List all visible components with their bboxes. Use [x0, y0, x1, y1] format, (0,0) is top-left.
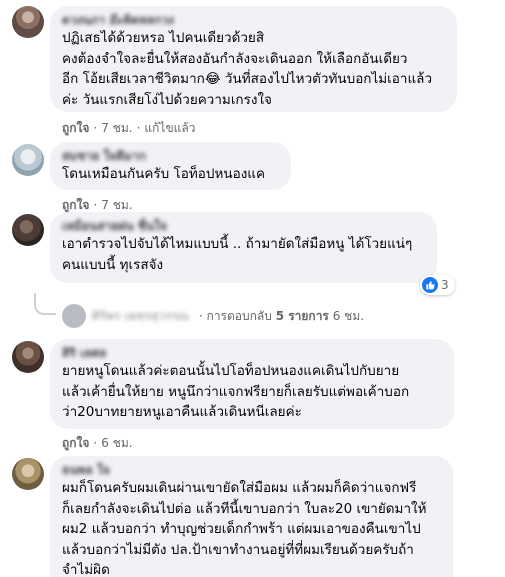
comment-author[interactable]: ดวงนภา อ๊ะคิดหลกวง [62, 13, 445, 28]
timestamp[interactable]: 7 ชม. [101, 121, 132, 135]
reaction-count-badge[interactable]: 3 [420, 275, 455, 295]
comment-text: ผมก็โดนครับผมเดินผ่านเขายัดใส่มือผม แล้ว… [62, 480, 427, 577]
reaction-count: 3 [441, 278, 449, 292]
comment-text: ยายหนูโดนแล้วค่ะตอนนั้นไปโอท็อปหนองแคเดิ… [62, 363, 410, 420]
avatar[interactable] [12, 458, 44, 490]
timestamp[interactable]: 6 ชม. [101, 436, 132, 450]
reply-author: ศิริพร เพชรสุวรรณ [92, 308, 189, 323]
thumbs-up-icon [422, 277, 438, 293]
comment-bubble: สิริ เลศล ยายหนูโดนแล้วค่ะตอนนั้นไปโอท็อ… [50, 339, 454, 429]
reply-count: 5 รายการ [275, 308, 329, 323]
comment-actions: ถูกใจ · 7 ชม. · แก้ไขแล้ว [62, 121, 196, 135]
timestamp[interactable]: 7 ชม. [101, 198, 132, 212]
comment-text: ปฏิเสธได้ด้วยหรอ ไปคนเดียวด้วยสิ คงต้องจ… [62, 30, 433, 108]
reply-avatar [62, 304, 86, 328]
comment-author[interactable]: ธนพล ใจ [62, 463, 441, 478]
comment-author[interactable]: สิริ เลศล [62, 346, 442, 361]
like-button[interactable]: ถูกใจ [62, 436, 89, 450]
comment-bubble: เหมือนสายฝน ชื่นใจ เอาตำรวจไปจับได้ไหมแบ… [50, 212, 437, 283]
reply-connector [34, 293, 56, 315]
avatar[interactable] [12, 6, 44, 38]
edited-label[interactable]: แก้ไขแล้ว [144, 121, 195, 135]
avatar[interactable] [12, 144, 44, 176]
comment-actions: ถูกใจ · 6 ชม. [62, 436, 133, 450]
comment-bubble: สมชาย ใจดีมาก โดนเหมือนกันครับ โอท็อปหนอ… [50, 142, 291, 190]
comment-text: โดนเหมือนกันครับ โอท็อปหนองแค [62, 166, 266, 182]
view-replies-link[interactable]: ศิริพร เพชรสุวรรณ · การตอบกลับ 5 รายการ … [62, 304, 502, 328]
avatar[interactable] [12, 341, 44, 373]
comment-bubble: ดวงนภา อ๊ะคิดหลกวง ปฏิเสธได้ด้วยหรอ ไปคน… [50, 6, 457, 112]
reply-summary: · การตอบกลับ 5 รายการ 6 ชม. [199, 307, 364, 326]
reply-prefix: · การตอบกลับ [198, 308, 272, 323]
like-button[interactable]: ถูกใจ [62, 198, 89, 212]
comment-bubble: ธนพล ใจ ผมก็โดนครับผมเดินผ่านเขายัดใส่มื… [50, 456, 453, 577]
comment-author[interactable]: เหมือนสายฝน ชื่นใจ [62, 219, 425, 234]
reply-time: 6 ชม. [332, 308, 365, 323]
like-button[interactable]: ถูกใจ [62, 121, 89, 135]
comment-author[interactable]: สมชาย ใจดีมาก [62, 149, 279, 164]
comment-text: เอาตำรวจไปจับได้ไหมแบบนี้ .. ถ้ามายัดใส่… [62, 236, 413, 273]
avatar[interactable] [12, 214, 44, 246]
